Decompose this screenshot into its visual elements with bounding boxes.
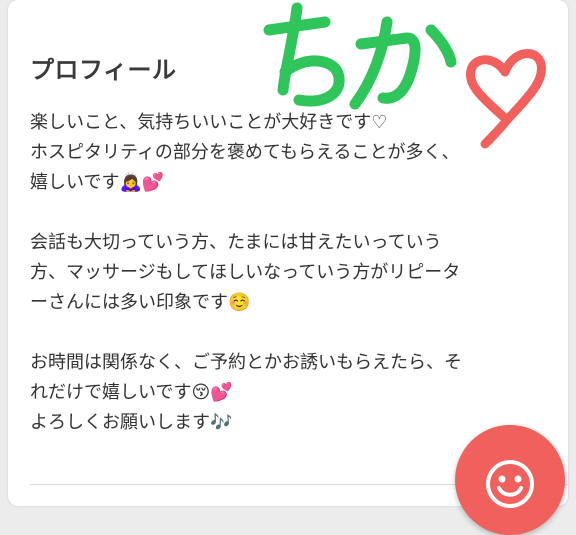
profile-line: 嬉しいです🙇‍♀️💕 — [30, 172, 165, 193]
profile-line-blank — [30, 198, 568, 228]
profile-line: れだけで嬉しいです😚💕 — [30, 382, 233, 403]
profile-line: 方、マッサージもしてほしいなっていう方がリピータ — [30, 262, 461, 283]
profile-line: ーさんには多い印象です☺️ — [30, 292, 251, 313]
smiley-fab-button[interactable] — [455, 425, 565, 535]
profile-line-blank — [30, 318, 568, 348]
handwritten-name — [255, 0, 555, 150]
heart-icon — [465, 49, 546, 149]
profile-line: 会話も大切っていう方、たまには甘えたいっていう — [30, 232, 442, 253]
handwritten-name-drawing — [263, 2, 546, 149]
handwritten-name-strokes — [263, 2, 457, 110]
profile-description: 楽しいこと、気持ちいいことが大好きです♡ ホスピタリティの部分を褒めてもらえるこ… — [30, 108, 568, 438]
smiley-icon — [486, 460, 534, 508]
profile-line: お時間は関係なく、ご予約とかお誘いもらえたら、そ — [30, 352, 462, 373]
profile-heading: プロフィール — [30, 56, 177, 84]
